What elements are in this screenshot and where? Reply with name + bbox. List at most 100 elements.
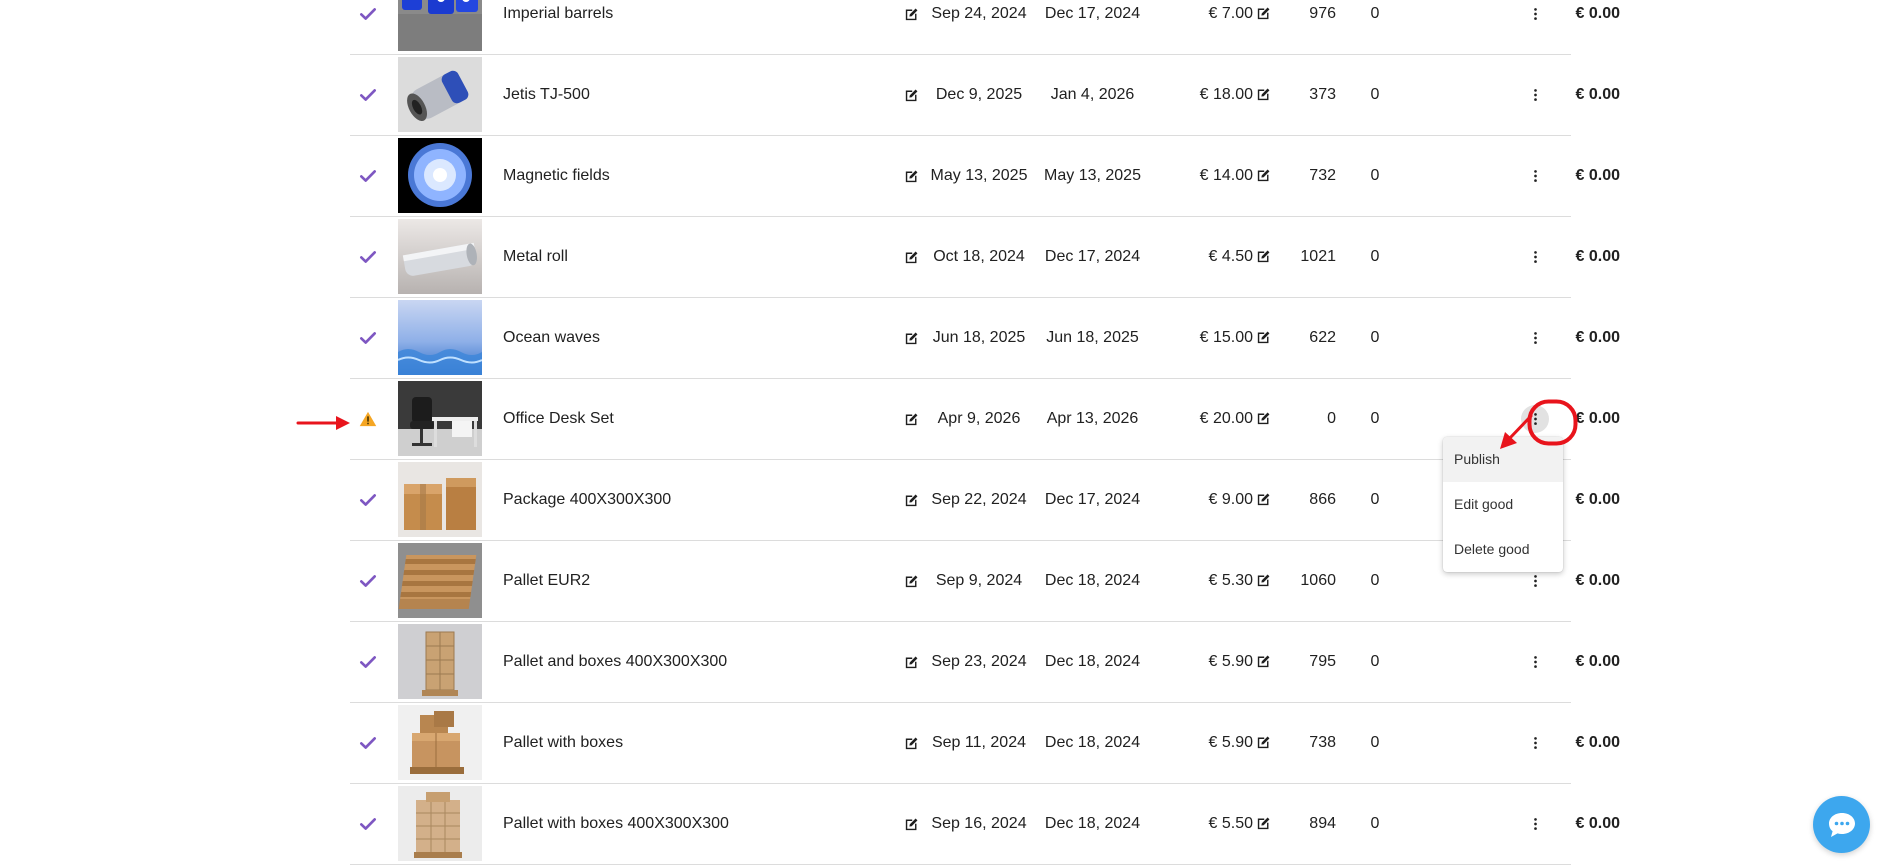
- end-date: Jan 4, 2026: [1050, 86, 1135, 103]
- price-value: € 5.90: [1208, 734, 1253, 751]
- more-vert-icon[interactable]: [1521, 324, 1549, 352]
- menu-item-delete-good[interactable]: Delete good: [1443, 527, 1563, 572]
- product-name[interactable]: Magnetic fields: [503, 136, 610, 216]
- warning-icon: [355, 379, 381, 459]
- sold-value: 0: [1370, 86, 1380, 103]
- check-icon: [355, 217, 381, 297]
- edit-dates-icon[interactable]: [903, 330, 920, 347]
- check-icon: [355, 703, 381, 783]
- product-name[interactable]: Ocean waves: [503, 298, 600, 378]
- edit-dates-icon[interactable]: [903, 87, 920, 104]
- more-vert-icon[interactable]: [1521, 162, 1549, 190]
- edit-dates-icon[interactable]: [903, 816, 920, 833]
- product-thumbnail[interactable]: [398, 705, 482, 780]
- sold-value: 0: [1370, 491, 1380, 508]
- table-row[interactable]: Ocean waves Jun 18, 2025 Jun 18, 2025 € 15.…: [350, 298, 1620, 379]
- edit-price-icon[interactable]: [1255, 167, 1272, 184]
- edit-price-icon[interactable]: [1255, 410, 1272, 427]
- table-row[interactable]: Magnetic fields May 13, 2025 May 13, 2025 €…: [350, 136, 1620, 217]
- more-vert-icon[interactable]: [1521, 729, 1549, 757]
- product-thumbnail[interactable]: [398, 381, 482, 456]
- edit-dates-icon[interactable]: [903, 492, 920, 509]
- start-date: Oct 18, 2024: [933, 248, 1025, 265]
- product-thumbnail[interactable]: [398, 624, 482, 699]
- edit-dates-icon[interactable]: [903, 6, 920, 23]
- product-thumbnail[interactable]: [398, 57, 482, 132]
- table-row[interactable]: Pallet EUR2 Sep 9, 2024 Dec 18, 2024 € 5.30…: [350, 541, 1620, 622]
- sold-value: 0: [1370, 248, 1380, 265]
- quantity-value: 1021: [1300, 248, 1336, 265]
- price-value: € 15.00: [1199, 329, 1253, 346]
- more-vert-icon[interactable]: [1521, 648, 1549, 676]
- quantity-value: 976: [1309, 5, 1336, 22]
- start-date: Sep 23, 2024: [931, 653, 1027, 670]
- sold-value: 0: [1370, 572, 1380, 589]
- table-row[interactable]: Pallet with boxes 400X300X300 Sep 16, 202…: [350, 784, 1620, 865]
- start-date: Sep 24, 2024: [931, 5, 1027, 22]
- end-date: Dec 18, 2024: [1044, 572, 1141, 589]
- product-thumbnail[interactable]: [398, 462, 482, 537]
- annotation-arrow-icon: [296, 416, 350, 430]
- edit-dates-icon[interactable]: [903, 249, 920, 266]
- product-name[interactable]: Metal roll: [503, 217, 568, 297]
- more-vert-icon[interactable]: [1521, 243, 1549, 271]
- start-date: Sep 9, 2024: [935, 572, 1023, 589]
- table-row[interactable]: Package 400X300X300 Sep 22, 2024 Dec 17, 2…: [350, 460, 1620, 541]
- check-icon: [355, 55, 381, 135]
- edit-price-icon[interactable]: [1255, 653, 1272, 670]
- price-value: € 4.50: [1208, 248, 1253, 265]
- table-row[interactable]: Office Desk Set Apr 9, 2026 Apr 13, 2026 € …: [350, 379, 1620, 460]
- check-icon: [355, 622, 381, 702]
- end-date: Dec 17, 2024: [1044, 5, 1141, 22]
- edit-price-icon[interactable]: [1255, 329, 1272, 346]
- edit-price-icon[interactable]: [1255, 86, 1272, 103]
- chat-button[interactable]: [1813, 796, 1870, 853]
- table-row[interactable]: Jetis TJ-500 Dec 9, 2025 Jan 4, 2026 € 18.0…: [350, 55, 1620, 136]
- edit-price-icon[interactable]: [1255, 5, 1272, 22]
- end-date: Dec 17, 2024: [1044, 491, 1141, 508]
- end-date: Apr 13, 2026: [1046, 410, 1139, 427]
- product-name[interactable]: Jetis TJ-500: [503, 55, 590, 135]
- more-vert-icon[interactable]: [1521, 0, 1549, 28]
- product-thumbnail[interactable]: [398, 219, 482, 294]
- edit-dates-icon[interactable]: [903, 411, 920, 428]
- product-name[interactable]: Imperial barrels: [503, 0, 613, 54]
- product-thumbnail[interactable]: [398, 300, 482, 375]
- edit-price-icon[interactable]: [1255, 815, 1272, 832]
- edit-dates-icon[interactable]: [903, 735, 920, 752]
- edit-price-icon[interactable]: [1255, 491, 1272, 508]
- menu-item-edit-good[interactable]: Edit good: [1443, 482, 1563, 527]
- edit-dates-icon[interactable]: [903, 573, 920, 590]
- product-name[interactable]: Package 400X300X300: [503, 460, 671, 540]
- more-vert-icon[interactable]: [1521, 81, 1549, 109]
- goods-rows: Imperial barrels Sep 24, 2024 Dec 17, 2024…: [350, 0, 1620, 865]
- table-row[interactable]: Imperial barrels Sep 24, 2024 Dec 17, 2024…: [350, 0, 1620, 55]
- sold-value: 0: [1370, 410, 1380, 427]
- table-row[interactable]: Pallet and boxes 400X300X300 Sep 23, 2024…: [350, 622, 1620, 703]
- product-name[interactable]: Office Desk Set: [503, 379, 614, 459]
- end-date: Jun 18, 2025: [1046, 329, 1139, 346]
- table-row[interactable]: Metal roll Oct 18, 2024 Dec 17, 2024 € 4.50…: [350, 217, 1620, 298]
- product-name[interactable]: Pallet with boxes 400X300X300: [503, 784, 729, 864]
- price-value: € 9.00: [1208, 491, 1253, 508]
- quantity-value: 0: [1327, 410, 1336, 427]
- edit-dates-icon[interactable]: [903, 168, 920, 185]
- price-value: € 20.00: [1199, 410, 1253, 427]
- check-icon: [355, 298, 381, 378]
- product-thumbnail[interactable]: [398, 0, 482, 51]
- edit-price-icon[interactable]: [1255, 572, 1272, 589]
- check-icon: [355, 541, 381, 621]
- start-date: Dec 9, 2025: [935, 86, 1023, 103]
- product-name[interactable]: Pallet and boxes 400X300X300: [503, 622, 727, 702]
- product-thumbnail[interactable]: [398, 543, 482, 618]
- edit-dates-icon[interactable]: [903, 654, 920, 671]
- more-vert-icon[interactable]: [1521, 810, 1549, 838]
- product-thumbnail[interactable]: [398, 138, 482, 213]
- table-row[interactable]: Pallet with boxes Sep 11, 2024 Dec 18, 202…: [350, 703, 1620, 784]
- quantity-value: 622: [1309, 329, 1336, 346]
- edit-price-icon[interactable]: [1255, 734, 1272, 751]
- product-name[interactable]: Pallet EUR2: [503, 541, 590, 621]
- product-thumbnail[interactable]: [398, 786, 482, 861]
- product-name[interactable]: Pallet with boxes: [503, 703, 623, 783]
- edit-price-icon[interactable]: [1255, 248, 1272, 265]
